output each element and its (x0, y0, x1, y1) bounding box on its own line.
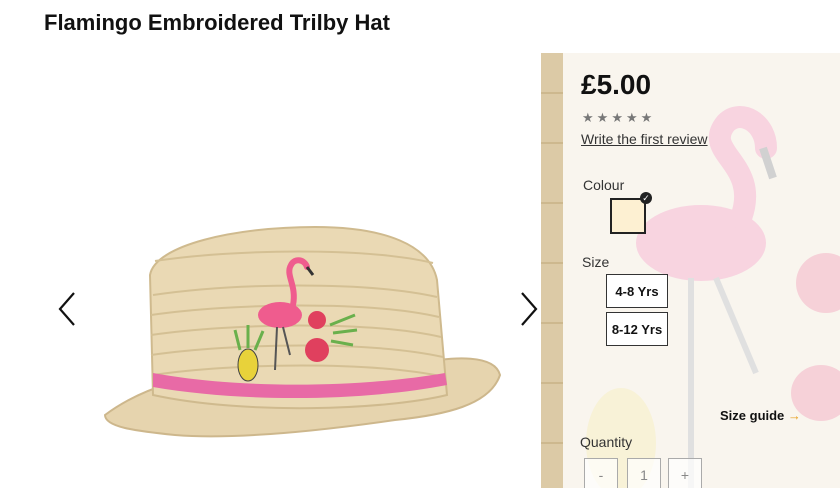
quantity-input[interactable]: 1 (627, 458, 661, 488)
colour-label: Colour (583, 177, 625, 193)
chevron-left-icon (58, 292, 75, 326)
arrow-right-icon: → (787, 408, 801, 423)
quantity-decrease-button[interactable]: - (584, 458, 618, 488)
write-review-link[interactable]: Write the first review (581, 131, 708, 147)
size-guide-link[interactable]: Size guide → (720, 408, 801, 423)
rating-stars: ★ ★ ★ ★ ★ (582, 111, 652, 124)
star-icon: ★ (625, 110, 638, 125)
star-icon: ★ (582, 110, 594, 125)
product-price: £5.00 (581, 69, 652, 100)
product-details-panel: £5.00 ★ ★ ★ ★ ★ Write the first review C… (541, 53, 840, 488)
checkmark-icon: ✓ (640, 192, 652, 204)
size-guide-label: Size guide (720, 408, 785, 423)
star-icon: ★ (596, 110, 609, 125)
colour-swatch[interactable] (610, 198, 646, 234)
gallery-next-button[interactable] (514, 287, 544, 331)
size-option-8-12[interactable]: 8-12 Yrs (606, 312, 668, 346)
size-label: Size (582, 254, 610, 270)
size-option-4-8[interactable]: 4-8 Yrs (606, 274, 668, 308)
chevron-right-icon (521, 292, 538, 326)
quantity-increase-button[interactable]: + (668, 458, 702, 488)
quantity-label: Quantity (580, 434, 633, 450)
star-icon: ★ (611, 110, 623, 125)
gallery-prev-button[interactable] (52, 287, 82, 331)
star-icon: ★ (640, 110, 653, 125)
product-image-gallery (0, 0, 540, 488)
product-image (103, 225, 502, 438)
